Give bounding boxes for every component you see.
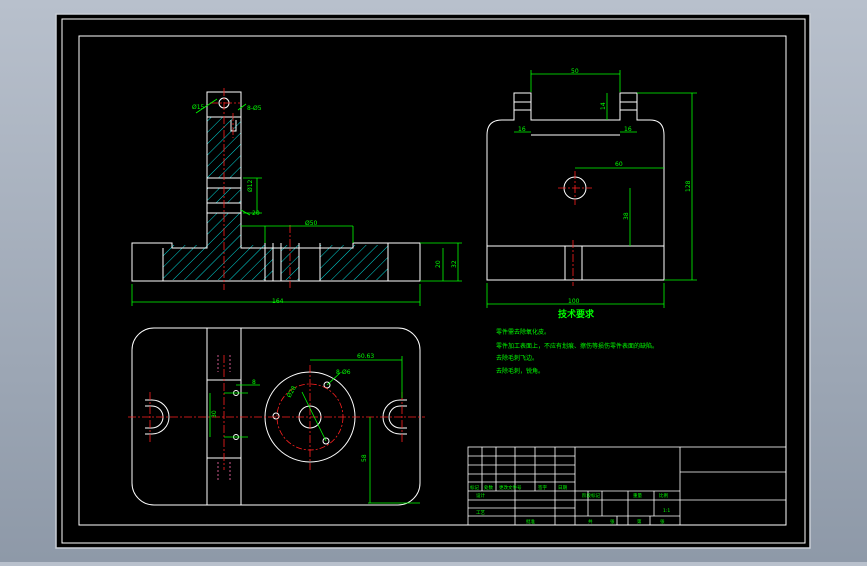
dim-side-overall-height: 128 (685, 180, 692, 192)
dim-front-slot: Ø50 (305, 220, 318, 227)
dim-front-height-inner: 20 (435, 260, 442, 268)
dim-front-height-outer: 32 (451, 260, 458, 268)
hatch-base-right (320, 245, 388, 280)
dim-front-step: 20 (252, 210, 260, 217)
dim-top-hole-spacing: 30 (211, 410, 218, 418)
drawing-canvas: 164 Ø15 8-Ø5 Ø12 20 Ø50 20 32 50 16 16 1… (55, 13, 811, 549)
dim-side-top-span: 50 (571, 68, 579, 75)
tb-label-approve: 批准 (526, 518, 535, 525)
dim-top-offset: 60.63 (357, 353, 374, 360)
tb-label-page-sheet: 张 (660, 518, 665, 525)
tb-label-design: 设计 (476, 492, 485, 499)
dim-side-lug-right: 16 (624, 126, 632, 133)
dim-side-lug-left: 16 (518, 126, 526, 133)
cad-viewport[interactable]: 164 Ø15 8-Ø5 Ø12 20 Ø50 20 32 50 16 16 1… (0, 0, 867, 562)
tech-requirement-4: 去除毛刺，锐角。 (496, 367, 544, 375)
tb-label-sign: 签字 (538, 484, 547, 491)
dim-top-vertical-offset: 58 (361, 454, 368, 462)
tech-requirement-2: 零件加工表面上，不应有划痕、擦伤等损伤零件表面的缺陷。 (496, 342, 658, 350)
tech-requirements-title: 技术要求 (558, 308, 595, 320)
tb-label-count: 处数 (484, 484, 493, 491)
tb-label-mark: 标记 (470, 484, 479, 491)
dim-front-side-hole: Ø12 (247, 179, 254, 192)
dim-front-overall-width: 164 (272, 298, 284, 305)
tb-label-change-doc: 更改文件号 (499, 484, 522, 491)
dim-front-tapped: 8-Ø5 (247, 105, 262, 112)
tb-label-weight: 重量 (633, 492, 642, 499)
tb-label-page: 第 (637, 518, 642, 525)
dim-top-bolt-circle: 8-Ø6 (336, 369, 351, 376)
dim-side-hole-x: 60 (615, 161, 623, 168)
tb-label-sheet: 张 (610, 518, 615, 525)
tech-requirement-3: 去除毛刺飞边。 (496, 354, 538, 362)
tb-scale-value: 1:1 (663, 508, 670, 514)
tech-requirement-1: 零件需去除氧化皮。 (496, 328, 550, 336)
tb-label-date: 日期 (558, 485, 567, 491)
tb-label-process: 工艺 (476, 510, 485, 516)
hatch-base-left (163, 245, 273, 280)
dim-side-hole-y: 38 (623, 212, 630, 220)
dim-front-small-hole: Ø15 (192, 104, 205, 111)
dim-side-overall-width: 100 (568, 298, 580, 305)
tb-label-scale: 比例 (659, 492, 668, 499)
tb-label-sheet-total: 共 (588, 518, 593, 525)
tb-label-stage: 阶段标记 (582, 492, 600, 499)
dim-top-slot-pitch: 8 (252, 379, 256, 386)
dim-side-lug-gap: 14 (600, 102, 607, 110)
